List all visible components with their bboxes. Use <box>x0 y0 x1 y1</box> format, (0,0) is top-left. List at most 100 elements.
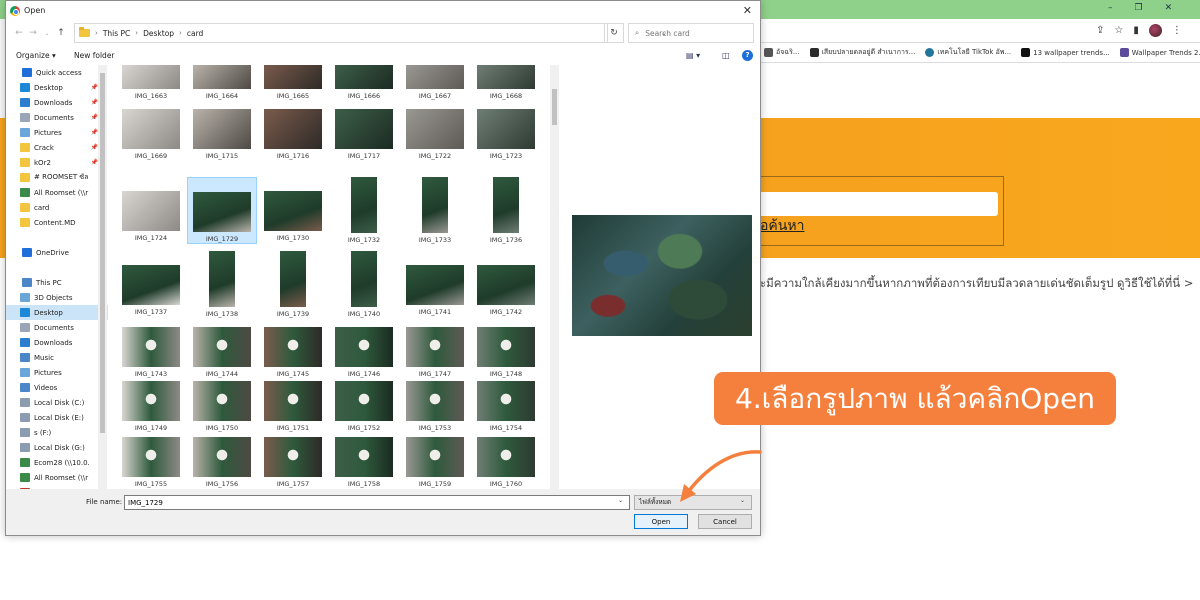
new-folder-button[interactable]: New folder <box>74 51 115 60</box>
forward-arrow-icon[interactable]: → <box>26 28 40 38</box>
file-thumbnail[interactable]: IMG_1748 <box>471 327 541 378</box>
share-icon[interactable]: ⇪ <box>1096 25 1104 36</box>
nav-item[interactable]: All Roomset (\\r <box>6 470 108 485</box>
file-thumbnail[interactable]: IMG_1756 <box>187 437 257 488</box>
back-arrow-icon[interactable]: ← <box>12 28 26 38</box>
nav-item[interactable]: kOr2 📌 <box>6 155 108 170</box>
open-button[interactable]: Open <box>634 514 688 529</box>
nav-item[interactable]: card <box>6 200 108 215</box>
file-thumbnail[interactable]: IMG_1751 <box>258 381 328 432</box>
minimize-icon[interactable]: – <box>1108 3 1113 13</box>
file-name-input[interactable] <box>124 495 630 510</box>
file-thumbnail[interactable]: IMG_1663 <box>116 65 186 100</box>
nav-item[interactable]: Quick access <box>6 65 108 80</box>
bookmark-item[interactable]: อัจฉริ... <box>764 47 800 58</box>
nav-item[interactable]: # ROOMSET ซัล <box>6 170 108 185</box>
file-thumbnail[interactable]: IMG_1730 <box>258 177 328 242</box>
file-thumbnail[interactable]: IMG_1716 <box>258 109 328 160</box>
avatar[interactable] <box>1148 24 1162 37</box>
file-thumbnail[interactable]: IMG_1722 <box>400 109 470 160</box>
file-thumbnail[interactable]: IMG_1759 <box>400 437 470 488</box>
nav-item[interactable]: Crack 📌 <box>6 140 108 155</box>
nav-item[interactable]: Local Disk (E:) <box>6 410 108 425</box>
nav-item[interactable]: Desktop <box>6 305 108 320</box>
maximize-icon[interactable]: ❐ <box>1135 3 1143 13</box>
file-thumbnail[interactable]: IMG_1717 <box>329 109 399 160</box>
organize-button[interactable]: Organize ▾ <box>16 51 56 60</box>
file-thumbnail[interactable]: IMG_1668 <box>471 65 541 100</box>
nav-item[interactable]: Pictures 📌 <box>6 125 108 140</box>
file-thumbnail[interactable]: IMG_1753 <box>400 381 470 432</box>
nav-item[interactable]: This PC <box>6 275 108 290</box>
close-icon[interactable]: ✕ <box>1165 3 1173 13</box>
file-thumbnail[interactable]: IMG_1758 <box>329 437 399 488</box>
kebab-menu-icon[interactable]: ⋮ <box>1172 25 1182 36</box>
grid-scrollbar[interactable] <box>550 65 559 489</box>
image-search-input[interactable] <box>740 192 998 216</box>
file-thumbnail[interactable]: IMG_1741 <box>400 251 470 316</box>
file-thumbnail[interactable]: IMG_1666 <box>329 65 399 100</box>
file-thumbnail[interactable]: IMG_1755 <box>116 437 186 488</box>
file-thumbnail[interactable]: IMG_1664 <box>187 65 257 100</box>
file-thumbnail[interactable]: IMG_1752 <box>329 381 399 432</box>
nav-item[interactable]: Documents 📌 <box>6 110 108 125</box>
file-thumbnail[interactable]: IMG_1750 <box>187 381 257 432</box>
nav-item[interactable]: Documents <box>6 320 108 335</box>
nav-item[interactable]: OneDrive <box>6 245 108 260</box>
nav-item[interactable]: Local Disk (G:) <box>6 440 108 455</box>
file-thumbnail[interactable]: IMG_1760 <box>471 437 541 488</box>
search-link[interactable]: อค้นหา <box>760 215 804 237</box>
file-thumbnail[interactable]: IMG_1724 <box>116 177 186 242</box>
file-thumbnail[interactable]: IMG_1738 <box>187 251 257 318</box>
file-thumbnail[interactable]: IMG_1757 <box>258 437 328 488</box>
nav-scrollbar[interactable] <box>98 65 107 489</box>
nav-item[interactable]: Pictures <box>6 365 108 380</box>
file-thumbnail[interactable]: IMG_1744 <box>187 327 257 378</box>
help-icon[interactable]: ? <box>742 50 753 61</box>
bookmark-item[interactable]: เสียบปลายดลอยู่ดี สำเนาการ... <box>809 47 915 58</box>
bookmark-item[interactable]: Wallpaper Trends 2... <box>1119 48 1200 57</box>
breadcrumb-item[interactable]: Desktop <box>143 29 174 38</box>
nav-item[interactable]: 3D Objects <box>6 290 108 305</box>
file-thumbnail[interactable]: IMG_1747 <box>400 327 470 378</box>
nav-item[interactable]: s (F:) <box>6 425 108 440</box>
file-thumbnail[interactable]: IMG_1743 <box>116 327 186 378</box>
path-breadcrumb[interactable]: › This PC › Desktop › card ⌄ <box>74 23 667 43</box>
nav-item[interactable]: Ecom28 (\\10.0. <box>6 455 108 470</box>
nav-item[interactable]: Desktop 📌 <box>6 80 108 95</box>
file-thumbnail[interactable]: IMG_1736 <box>471 177 541 244</box>
file-thumbnail[interactable]: IMG_1669 <box>116 109 186 160</box>
nav-item[interactable]: Content.MD <box>6 215 108 230</box>
up-arrow-icon[interactable]: ↑ <box>54 28 68 38</box>
bookmark-item[interactable]: เทคโนโลยี TikTok อัพ... <box>925 47 1011 58</box>
search-field[interactable]: ⌕ <box>628 23 754 43</box>
file-thumbnail[interactable]: IMG_1737 <box>116 251 186 316</box>
bookmark-item[interactable]: 13 wallpaper trends... <box>1021 48 1110 57</box>
breadcrumb-item[interactable]: card <box>187 29 203 38</box>
search-input[interactable] <box>645 28 742 38</box>
nav-scroll-thumb[interactable] <box>100 73 105 433</box>
file-thumbnail[interactable]: IMG_1740 <box>329 251 399 318</box>
star-icon[interactable]: ☆ <box>1114 25 1123 36</box>
file-thumbnail[interactable]: IMG_1732 <box>329 177 399 244</box>
file-thumbnail[interactable]: IMG_1745 <box>258 327 328 378</box>
recent-chevron-down-icon[interactable]: ⌄ <box>40 30 54 37</box>
dialog-close-button[interactable]: ✕ <box>743 4 752 17</box>
view-options-icon[interactable]: ▤ ▾ <box>686 51 700 60</box>
file-thumbnail[interactable]: IMG_1665 <box>258 65 328 100</box>
breadcrumb-item[interactable]: This PC <box>103 29 130 38</box>
file-thumbnail[interactable]: IMG_1733 <box>400 177 470 244</box>
nav-item[interactable]: Downloads 📌 <box>6 95 108 110</box>
preview-pane-icon[interactable]: ◫ <box>722 51 730 60</box>
refresh-button[interactable]: ↻ <box>604 23 624 43</box>
nav-item[interactable]: Local Disk (C:) <box>6 395 108 410</box>
file-thumbnail[interactable]: IMG_1739 <box>258 251 328 318</box>
nav-item[interactable]: Music <box>6 350 108 365</box>
nav-item[interactable]: Videos <box>6 380 108 395</box>
grid-scroll-thumb[interactable] <box>552 89 557 125</box>
cancel-button[interactable]: Cancel <box>698 514 752 529</box>
nav-item[interactable]: Downloads <box>6 335 108 350</box>
file-thumbnail[interactable]: IMG_1667 <box>400 65 470 100</box>
file-thumbnail[interactable]: IMG_1729 <box>187 177 257 244</box>
file-thumbnail[interactable]: IMG_1746 <box>329 327 399 378</box>
